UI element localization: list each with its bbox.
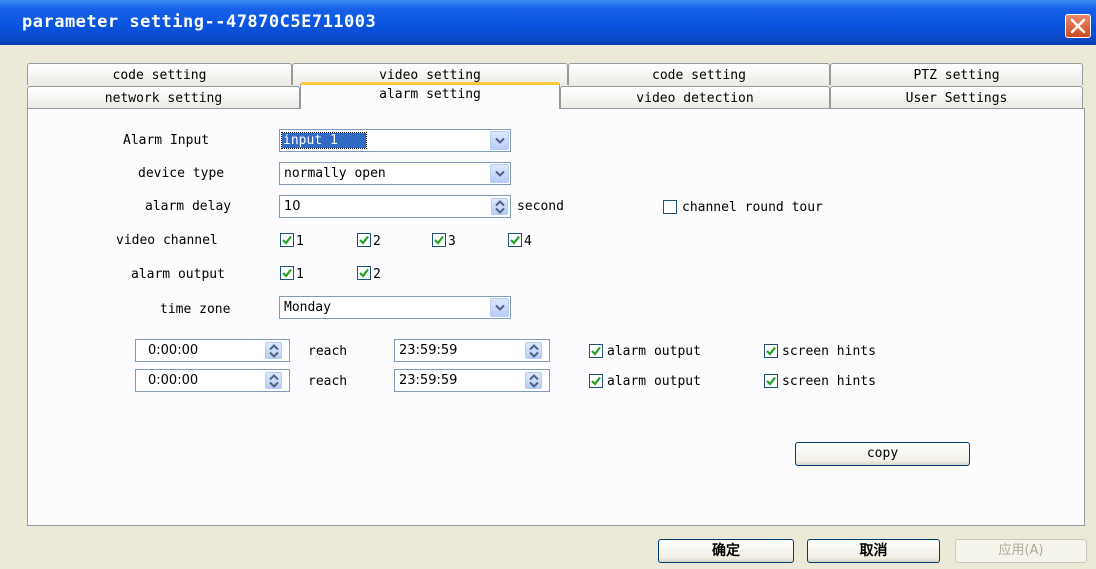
channel-round-tour-checkbox[interactable] <box>663 200 677 214</box>
check-icon <box>434 235 444 245</box>
device-type-dropdown-button[interactable] <box>490 164 509 183</box>
alarm-output-1-checkbox[interactable] <box>280 266 294 280</box>
close-button[interactable] <box>1065 14 1091 38</box>
channel-round-tour-label: channel round tour <box>682 200 823 215</box>
schedule-1-start-time[interactable]: 0:00:00 <box>135 339 290 362</box>
apply-button[interactable]: 应用(A) <box>955 539 1087 563</box>
video-channel-1-checkbox[interactable] <box>280 233 294 247</box>
schedule-2-start-time[interactable]: 0:00:00 <box>135 369 290 392</box>
tab-ptz-setting[interactable]: PTZ setting <box>830 63 1083 85</box>
schedule-2-reach-label: reach <box>308 374 348 389</box>
alarm-delay-spinbox[interactable]: 10 <box>279 195 511 218</box>
schedule-1-end-value: 23:59:59 <box>399 343 458 358</box>
video-channel-label: video channel <box>116 233 218 248</box>
alarm-input-label: Alarm Input <box>123 133 210 148</box>
time-zone-select[interactable]: Monday <box>279 296 511 319</box>
copy-button[interactable]: copy <box>795 442 970 466</box>
chevron-down-icon <box>495 170 505 177</box>
video-channel-3-checkbox[interactable] <box>432 233 446 247</box>
tab-video-detection[interactable]: video detection <box>560 86 830 108</box>
time-zone-label: time zone <box>160 302 231 317</box>
alarm-output-label: alarm output <box>131 267 225 282</box>
check-icon <box>359 268 369 278</box>
schedule-1-reach-label: reach <box>308 344 348 359</box>
check-icon <box>591 376 601 386</box>
schedule-1-alarm-output-label: alarm output <box>607 344 701 359</box>
schedule-1-screen-hints-checkbox[interactable] <box>764 344 778 358</box>
video-channel-4-checkbox[interactable] <box>508 233 522 247</box>
schedule-2-end-value: 23:59:59 <box>399 373 458 388</box>
spin-arrows-icon <box>529 344 539 358</box>
tab-code-setting-2[interactable]: code setting <box>568 63 830 85</box>
ok-button[interactable]: 确定 <box>658 539 794 563</box>
close-icon <box>1070 18 1086 34</box>
check-icon <box>282 235 292 245</box>
window-title: parameter setting--47870C5E711003 <box>22 12 377 32</box>
alarm-delay-spin-buttons[interactable] <box>491 198 508 215</box>
time-zone-value: Monday <box>284 300 331 315</box>
chevron-down-icon <box>495 137 505 144</box>
alarm-delay-unit: second <box>517 199 564 214</box>
check-icon <box>282 268 292 278</box>
schedule-2-start-spin-buttons[interactable] <box>265 372 282 389</box>
device-type-label: device type <box>138 166 225 181</box>
schedule-2-alarm-output-label: alarm output <box>607 374 701 389</box>
alarm-output-1-label: 1 <box>296 267 304 282</box>
time-zone-dropdown-button[interactable] <box>490 298 509 317</box>
alarm-delay-value: 10 <box>284 199 301 214</box>
title-bar: parameter setting--47870C5E711003 <box>0 0 1096 45</box>
tab-code-setting[interactable]: code setting <box>27 63 292 85</box>
check-icon <box>591 346 601 356</box>
device-type-select[interactable]: normally open <box>279 162 511 185</box>
tab-alarm-setting[interactable]: alarm setting <box>300 82 560 109</box>
schedule-2-end-spin-buttons[interactable] <box>525 372 542 389</box>
schedule-1-alarm-output-checkbox[interactable] <box>589 344 603 358</box>
schedule-2-end-time[interactable]: 23:59:59 <box>394 369 550 392</box>
video-channel-4-label: 4 <box>524 234 532 249</box>
schedule-2-screen-hints-label: screen hints <box>782 374 876 389</box>
check-icon <box>359 235 369 245</box>
schedule-2-start-value: 0:00:00 <box>148 373 199 388</box>
schedule-1-start-spin-buttons[interactable] <box>265 342 282 359</box>
spin-arrows-icon <box>269 374 279 388</box>
schedule-2-screen-hints-checkbox[interactable] <box>764 374 778 388</box>
check-icon <box>510 235 520 245</box>
device-type-value: normally open <box>284 166 386 181</box>
chevron-down-icon <box>495 304 505 311</box>
alarm-input-select[interactable]: input 1 <box>279 129 511 152</box>
check-icon <box>766 346 776 356</box>
video-channel-1-label: 1 <box>296 234 304 249</box>
spin-arrows-icon <box>529 374 539 388</box>
spin-arrows-icon <box>495 200 505 214</box>
schedule-1-screen-hints-label: screen hints <box>782 344 876 359</box>
video-channel-3-label: 3 <box>448 234 456 249</box>
alarm-input-value: input 1 <box>281 132 367 149</box>
spin-arrows-icon <box>269 344 279 358</box>
alarm-output-2-label: 2 <box>373 267 381 282</box>
schedule-1-end-time[interactable]: 23:59:59 <box>394 339 550 362</box>
alarm-output-2-checkbox[interactable] <box>357 266 371 280</box>
alarm-input-dropdown-button[interactable] <box>490 131 509 150</box>
video-channel-2-checkbox[interactable] <box>357 233 371 247</box>
alarm-delay-label: alarm delay <box>145 199 232 214</box>
tab-network-setting[interactable]: network setting <box>27 86 300 108</box>
schedule-2-alarm-output-checkbox[interactable] <box>589 374 603 388</box>
cancel-button[interactable]: 取消 <box>807 539 940 563</box>
check-icon <box>766 376 776 386</box>
video-channel-2-label: 2 <box>373 234 381 249</box>
schedule-1-start-value: 0:00:00 <box>148 343 199 358</box>
tab-user-settings[interactable]: User Settings <box>830 86 1083 108</box>
schedule-1-end-spin-buttons[interactable] <box>525 342 542 359</box>
